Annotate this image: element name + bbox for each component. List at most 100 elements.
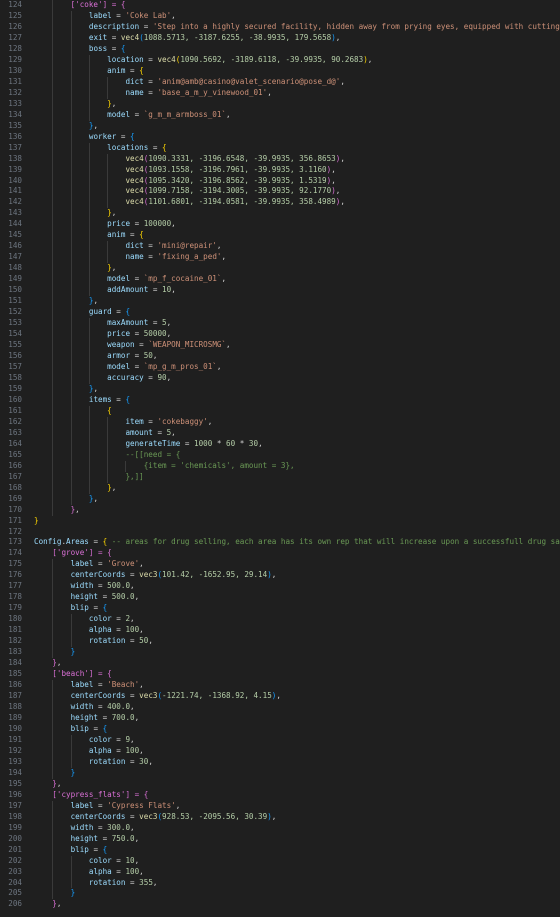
code-line[interactable]: 174 ['grove'] = { (0, 548, 560, 559)
code-line[interactable]: 179 blip = { (0, 603, 560, 615)
code-line[interactable]: 153 maxAmount = 5, (0, 318, 560, 330)
code-line[interactable]: 148 }, (0, 263, 560, 275)
code-token: alpha (88, 625, 112, 635)
code-line[interactable]: 159 }, (0, 383, 560, 395)
code-token: { (102, 723, 108, 733)
code-line[interactable]: 128 boss = { (0, 43, 560, 55)
code-line[interactable]: 205 } (0, 888, 560, 900)
code-line[interactable]: 157 model = `mp_g_m_pros_01`, (0, 361, 560, 373)
indent-guide (52, 603, 54, 615)
code-token: name (125, 252, 144, 262)
code-line[interactable]: 137 locations = { (0, 142, 560, 154)
code-line[interactable]: 203 alpha = 100, (0, 866, 560, 878)
code-line[interactable]: 175 label = 'Grove', (0, 559, 560, 571)
indent-guide (52, 756, 54, 768)
code-line[interactable]: 142 vec4(1101.6801, -3194.0581, -39.9935… (0, 197, 560, 209)
code-line[interactable]: 201 blip = { (0, 844, 560, 856)
code-text: Config.Areas = { -- areas for drug selli… (34, 537, 560, 548)
code-line[interactable]: 126 description = 'Step into a highly se… (0, 21, 560, 33)
code-line[interactable]: 193 rotation = 30, (0, 756, 560, 768)
code-token: = (93, 680, 108, 690)
code-line[interactable]: 178 height = 500.0, (0, 592, 560, 604)
code-line[interactable]: 176 centerCoords = vec3(101.42, -1652.95… (0, 570, 560, 582)
code-line[interactable]: 130 anim = { (0, 65, 560, 77)
code-line[interactable]: 171} (0, 516, 560, 527)
code-line[interactable]: 162 item = 'cokebaggy', (0, 416, 560, 428)
code-line[interactable]: 149 model = `mp_f_cocaine_01`, (0, 274, 560, 286)
code-line[interactable]: 139 vec4(1093.1558, -3196.7961, -39.9935… (0, 164, 560, 176)
code-line[interactable]: 206 }, (0, 899, 560, 910)
code-line[interactable]: 150 addAmount = 10, (0, 285, 560, 297)
code-line[interactable]: 164 generateTime = 1000 * 60 * 30, (0, 438, 560, 450)
code-line[interactable]: 170 }, (0, 504, 560, 516)
code-line[interactable]: 158 accuracy = 90, (0, 372, 560, 384)
code-line[interactable]: 183 } (0, 647, 560, 659)
code-line[interactable]: 177 width = 500.0, (0, 581, 560, 593)
code-token: {item = 'chemicals', amount = 3}, (143, 460, 295, 470)
code-line[interactable]: 192 alpha = 100, (0, 745, 560, 757)
code-line[interactable]: 202 color = 10, (0, 855, 560, 867)
code-line[interactable]: 152 guard = { (0, 307, 560, 319)
code-line[interactable]: 191 color = 9, (0, 734, 560, 746)
code-line[interactable]: 166 {item = 'chemicals', amount = 3}, (0, 460, 560, 472)
code-line[interactable]: 182 rotation = 50, (0, 636, 560, 648)
code-line[interactable]: 180 color = 2, (0, 614, 560, 626)
code-line[interactable]: 147 name = 'fixing_a_ped', (0, 252, 560, 264)
code-token: 101.42, -1652.95, 29.14 (162, 570, 268, 580)
code-line[interactable]: 151 }, (0, 296, 560, 308)
indent-guide (52, 493, 54, 505)
line-number: 137 (8, 142, 22, 152)
code-line[interactable]: 187 centerCoords = vec3(-1221.74, -1368.… (0, 691, 560, 702)
code-line[interactable]: 167 },]] (0, 471, 560, 483)
code-line[interactable]: 185 ['beach'] = { (0, 669, 560, 680)
code-line[interactable]: 143 }, (0, 208, 560, 220)
code-line[interactable]: 124 ['coke'] = { (0, 0, 560, 11)
code-line[interactable]: 195 }, (0, 779, 560, 790)
code-line[interactable]: 186 label = 'Beach', (0, 680, 560, 692)
code-line[interactable]: 163 amount = 5, (0, 427, 560, 439)
code-line[interactable]: 146 dict = 'mini@repair', (0, 241, 560, 253)
code-line[interactable]: 156 armor = 50, (0, 351, 560, 362)
code-line[interactable]: 165 --[[need = { (0, 449, 560, 461)
code-line[interactable]: 135 }, (0, 120, 560, 132)
code-line[interactable]: 141 vec4(1099.7158, -3194.3005, -39.9935… (0, 186, 560, 198)
code-token: blip (70, 723, 89, 733)
code-line[interactable]: 144 price = 100000, (0, 219, 560, 231)
code-line[interactable]: 172 (0, 527, 560, 538)
code-line[interactable]: 133 }, (0, 98, 560, 110)
code-line[interactable]: 173 Config.Areas = { -- areas for drug se… (0, 537, 560, 548)
code-line[interactable]: 184 }, (0, 658, 560, 669)
code-line[interactable]: 160 items = { (0, 394, 560, 406)
code-editor[interactable]: 124 ['coke'] = {125 label = 'Coke Lab', 1… (0, 0, 560, 917)
indent-guide (70, 208, 72, 220)
code-line[interactable]: 197 label = 'Cypress Flats', (0, 800, 560, 812)
code-line[interactable]: 136 worker = { (0, 131, 560, 143)
code-line[interactable]: 134 model = `g_m_m_armboss_01`, (0, 109, 560, 121)
code-line[interactable]: 181 alpha = 100, (0, 625, 560, 637)
code-line[interactable]: 155 weapon = `WEAPON_MICROSMG`, (0, 340, 560, 351)
code-line[interactable]: 140 vec4(1095.3420, -3196.8562, -39.9935… (0, 175, 560, 187)
code-line[interactable]: 154 price = 50000, (0, 329, 560, 341)
code-line[interactable]: 200 height = 750.0, (0, 833, 560, 845)
indent-guide (88, 372, 90, 384)
code-line[interactable]: 129 location = vec4(1090.5692, -3189.611… (0, 54, 560, 66)
code-line[interactable]: 190 blip = { (0, 723, 560, 735)
code-line[interactable]: 194 } (0, 767, 560, 779)
code-line[interactable]: 196 ['cypress_flats'] = { (0, 790, 560, 801)
code-line[interactable]: 204 rotation = 355, (0, 877, 560, 889)
indent-guide (107, 252, 109, 264)
code-line[interactable]: 161 { (0, 405, 560, 417)
code-line[interactable]: 127 exit = vec4(1088.5713, -3187.6255, -… (0, 32, 560, 44)
code-line[interactable]: 131 dict = 'anim@amb@casino@valet_scenar… (0, 76, 560, 88)
code-line[interactable]: 199 width = 300.0, (0, 822, 560, 834)
code-line[interactable]: 189 height = 700.0, (0, 712, 560, 724)
code-text: dict = 'mini@repair', (34, 241, 221, 252)
code-line[interactable]: 132 name = 'base_a_m_y_vinewood_01', (0, 87, 560, 99)
code-line[interactable]: 188 width = 400.0, (0, 702, 560, 713)
code-line[interactable]: 169 }, (0, 493, 560, 505)
code-line[interactable]: 168 }, (0, 482, 560, 494)
code-line[interactable]: 198 centerCoords = vec3(928.53, -2095.56… (0, 811, 560, 823)
code-line[interactable]: 138 vec4(1090.3331, -3196.6548, -39.9935… (0, 153, 560, 165)
code-line[interactable]: 145 anim = { (0, 230, 560, 242)
code-line[interactable]: 125 label = 'Coke Lab', (0, 10, 560, 22)
